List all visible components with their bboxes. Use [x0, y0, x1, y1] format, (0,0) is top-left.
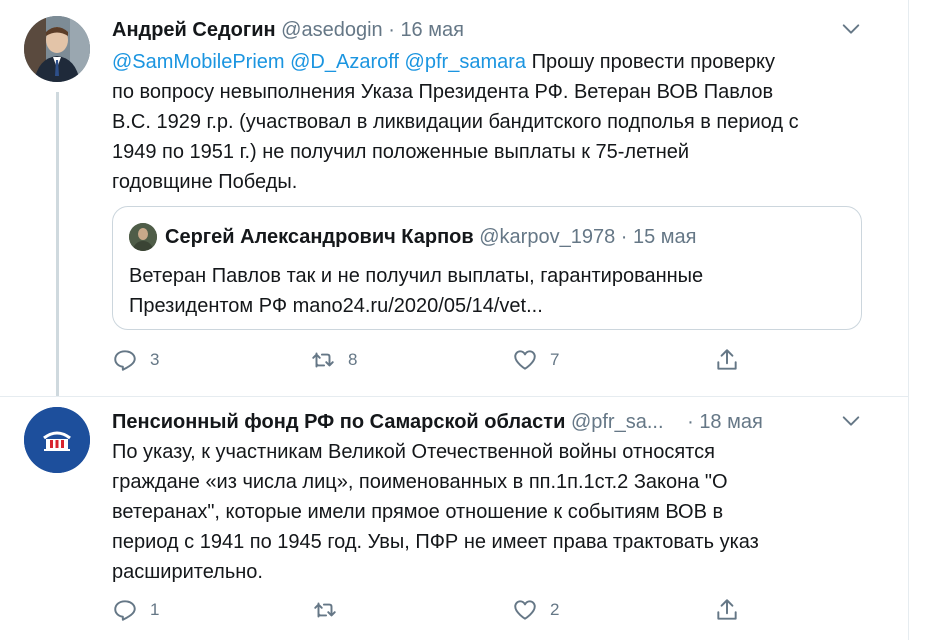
tweet-text: @SamMobilePriem @D_Azaroff @pfr_samara П…: [112, 47, 872, 197]
share-icon: [717, 349, 737, 370]
reply-count: 1: [150, 600, 160, 619]
retweet-button[interactable]: [312, 597, 350, 623]
heart-icon: [514, 350, 536, 370]
tweet-pfr-samara[interactable]: Пенсионный фонд РФ по Самарской области …: [0, 397, 908, 640]
tweet-header: Андрей Седогин @asedogin · 16 мая: [112, 17, 464, 43]
quoted-handle: @karpov_1978: [479, 226, 616, 248]
quoted-text-line-1: Ветеран Павлов так и не получил выплаты,…: [129, 265, 704, 287]
avatar[interactable]: [24, 407, 90, 473]
thread-line: [56, 92, 59, 396]
text-line-5: годовщине Победы.: [112, 171, 298, 193]
tweet-text: По указу, к участникам Великой Отечестве…: [112, 437, 872, 587]
reply-icon: [114, 350, 136, 371]
text-line-3: ветеранах", которые имели прямое отношен…: [112, 501, 724, 523]
author-handle[interactable]: @asedogin: [281, 19, 382, 41]
retweet-icon: [314, 602, 336, 618]
retweet-button[interactable]: 8: [310, 347, 357, 373]
chevron-down-icon[interactable]: [840, 18, 862, 40]
text-fragment: Прошу провести проверку: [531, 51, 775, 73]
quoted-text: Ветеран Павлов так и не получил выплаты,…: [129, 261, 849, 321]
person-avatar-icon: [24, 16, 90, 82]
author-name[interactable]: Пенсионный фонд РФ по Самарской области: [112, 411, 565, 433]
text-line-2: по вопросу невыполнения Указа Президента…: [112, 81, 774, 103]
like-button[interactable]: 7: [512, 347, 559, 373]
pfr-logo-icon: [24, 407, 90, 473]
like-button[interactable]: 2: [512, 597, 559, 623]
quoted-header: Сергей Александрович Карпов @karpov_1978…: [165, 224, 697, 250]
tweet-header: Пенсионный фонд РФ по Самарской области …: [112, 409, 763, 435]
text-line-3: В.С. 1929 г.р. (участвовал в ликвидации …: [112, 111, 799, 133]
heart-icon: [514, 600, 536, 620]
text-line-5: расширительно.: [112, 561, 263, 583]
quoted-text-line-2: Президентом РФ mano24.ru/2020/05/14/vet.…: [129, 295, 543, 317]
dot-separator: ·: [620, 226, 628, 248]
text-line-1: По указу, к участникам Великой Отечестве…: [112, 441, 715, 463]
author-handle[interactable]: @pfr_sa...: [571, 411, 664, 433]
right-column-divider: [908, 0, 909, 640]
text-line-4: 1949 по 1951 г.) не получил положенные в…: [112, 141, 690, 163]
share-button[interactable]: [714, 347, 740, 373]
like-count: 7: [550, 350, 560, 369]
reply-button[interactable]: 1: [112, 597, 159, 623]
reply-icon: [114, 600, 136, 621]
dot-separator: ·: [388, 19, 395, 41]
share-icon: [717, 599, 737, 620]
avatar[interactable]: [24, 16, 90, 82]
quoted-date: 15 мая: [633, 226, 697, 248]
dot-separator: ·: [687, 411, 694, 433]
share-button[interactable]: [714, 597, 740, 623]
quoted-author-name: Сергей Александрович Карпов: [165, 226, 474, 248]
like-count: 2: [550, 600, 560, 619]
retweet-icon: [312, 352, 334, 368]
person-avatar-icon: [129, 223, 157, 251]
author-name[interactable]: Андрей Седогин: [112, 19, 276, 41]
retweet-count: 8: [348, 350, 358, 369]
tweet-date[interactable]: 16 мая: [400, 19, 464, 41]
text-line-1: @SamMobilePriem @D_Azaroff @pfr_samara П…: [112, 47, 872, 77]
quoted-avatar: [129, 223, 157, 251]
tweet-date[interactable]: 18 мая: [699, 411, 763, 433]
text-line-2: граждане «из числа лиц», поименованных в…: [112, 471, 728, 493]
reply-count: 3: [150, 350, 160, 369]
quoted-tweet[interactable]: Сергей Александрович Карпов @karpov_1978…: [112, 206, 862, 330]
mentions-link[interactable]: @SamMobilePriem @D_Azaroff @pfr_samara: [112, 51, 526, 73]
tweet-asedogin[interactable]: Андрей Седогин @asedogin · 16 мая @SamMo…: [0, 0, 908, 396]
chevron-down-icon[interactable]: [840, 410, 862, 432]
text-line-4: период с 1941 по 1945 год. Увы, ПФР не и…: [112, 531, 759, 553]
reply-button[interactable]: 3: [112, 347, 159, 373]
